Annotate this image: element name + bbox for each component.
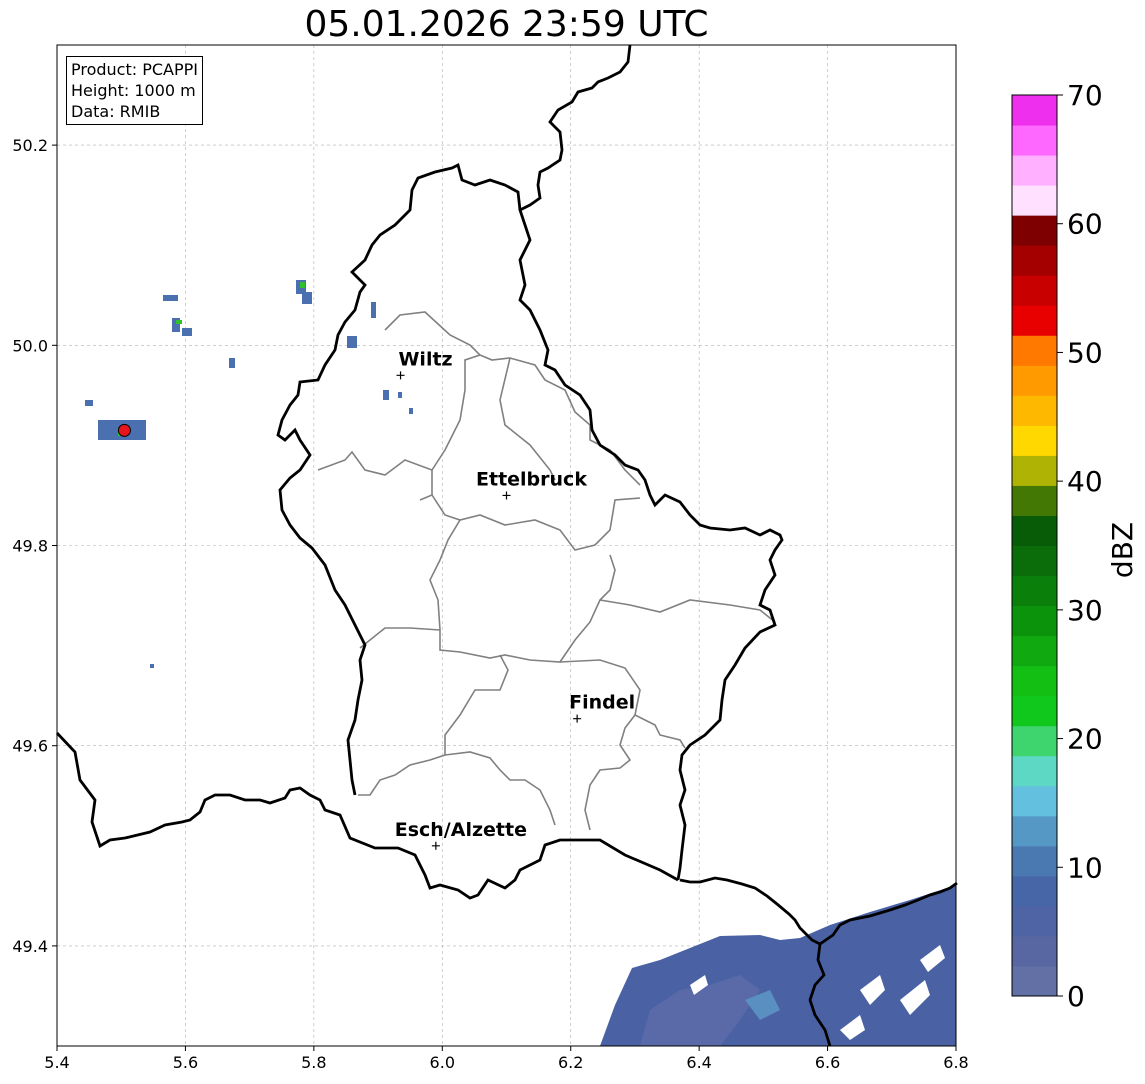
colorbar-segment xyxy=(1012,215,1057,246)
x-tick-label: 6.0 xyxy=(430,1053,455,1072)
radar-map: Wiltz Ettelbruck Findel Esch/Alzette 5.4 5.6… xyxy=(12,44,1103,1072)
info-product: Product: PCAPPI xyxy=(71,60,199,79)
colorbar-label: dBZ xyxy=(1106,522,1139,578)
x-tick-label: 5.4 xyxy=(44,1053,69,1072)
colorbar-segment xyxy=(1012,905,1057,937)
colorbar-segment xyxy=(1012,545,1057,577)
city-label: Ettelbruck xyxy=(476,468,587,490)
colorbar-segment xyxy=(1012,485,1057,516)
colorbar-segment xyxy=(1012,335,1057,366)
colorbar-segment xyxy=(1012,665,1057,697)
x-tick-label: 6.6 xyxy=(815,1053,840,1072)
x-tick-label: 6.8 xyxy=(943,1053,968,1072)
x-tick-label: 6.2 xyxy=(558,1053,583,1072)
colorbar-tick-label: 0 xyxy=(1067,980,1085,1013)
colorbar-tick-label: 70 xyxy=(1067,79,1103,112)
city-label: Esch/Alzette xyxy=(395,819,527,841)
colorbar-ticks: 0 10 20 30 40 50 60 70 xyxy=(1057,79,1103,1013)
radar-site-marker xyxy=(117,423,131,437)
x-axis: 5.4 5.6 5.8 6.0 6.2 6.4 6.6 6.8 xyxy=(44,1046,969,1072)
colorbar-segment xyxy=(1012,395,1057,426)
colorbar-segment xyxy=(1012,515,1057,546)
colorbar-segment xyxy=(1012,575,1057,607)
colorbar-segment xyxy=(1012,815,1057,847)
colorbar-segment xyxy=(1012,425,1057,456)
colorbar-segment xyxy=(1012,605,1057,637)
info-height: Height: 1000 m xyxy=(71,81,196,100)
colorbar-segment xyxy=(1012,155,1057,186)
y-axis: 49.4 49.6 49.8 50.0 50.2 xyxy=(12,136,57,956)
colorbar-segment xyxy=(1012,305,1057,336)
svg-text:dBZ: dBZ xyxy=(1106,522,1139,578)
colorbar-tick-label: 50 xyxy=(1067,336,1103,369)
x-tick-label: 6.4 xyxy=(686,1053,711,1072)
colorbar-segment xyxy=(1012,365,1057,396)
colorbar-segment xyxy=(1012,185,1057,216)
colorbar-segment xyxy=(1012,755,1057,787)
colorbar-segment xyxy=(1012,275,1057,306)
colorbar-segment xyxy=(1012,725,1057,757)
colorbar-tick-label: 30 xyxy=(1067,594,1103,627)
colorbar-segment xyxy=(1012,935,1057,967)
y-tick-label: 50.2 xyxy=(12,136,48,155)
x-tick-label: 5.8 xyxy=(301,1053,326,1072)
colorbar-tick-label: 10 xyxy=(1067,851,1103,884)
colorbar-segment xyxy=(1012,695,1057,727)
y-tick-label: 49.8 xyxy=(12,537,48,556)
colorbar-segment xyxy=(1012,965,1057,997)
x-tick-label: 5.6 xyxy=(173,1053,198,1072)
y-tick-label: 49.6 xyxy=(12,737,48,756)
colorbar xyxy=(1011,94,1058,997)
colorbar-segment xyxy=(1012,785,1057,817)
colorbar-segment xyxy=(1012,245,1057,276)
info-data: Data: RMIB xyxy=(71,102,161,121)
y-tick-label: 49.4 xyxy=(12,937,48,956)
colorbar-tick-label: 20 xyxy=(1067,723,1103,756)
colorbar-tick-label: 60 xyxy=(1067,208,1103,241)
colorbar-tick-label: 40 xyxy=(1067,465,1103,498)
city-label: Findel xyxy=(569,692,635,714)
colorbar-segment xyxy=(1012,845,1057,877)
colorbar-segment xyxy=(1012,125,1057,156)
city-label: Wiltz xyxy=(398,348,452,370)
colorbar-segment xyxy=(1012,455,1057,486)
info-box: Product: PCAPPI Height: 1000 m Data: RMI… xyxy=(66,56,204,125)
colorbar-segment xyxy=(1012,635,1057,667)
colorbar-segment xyxy=(1012,875,1057,907)
colorbar-segment xyxy=(1012,95,1057,126)
y-tick-label: 50.0 xyxy=(12,336,48,355)
